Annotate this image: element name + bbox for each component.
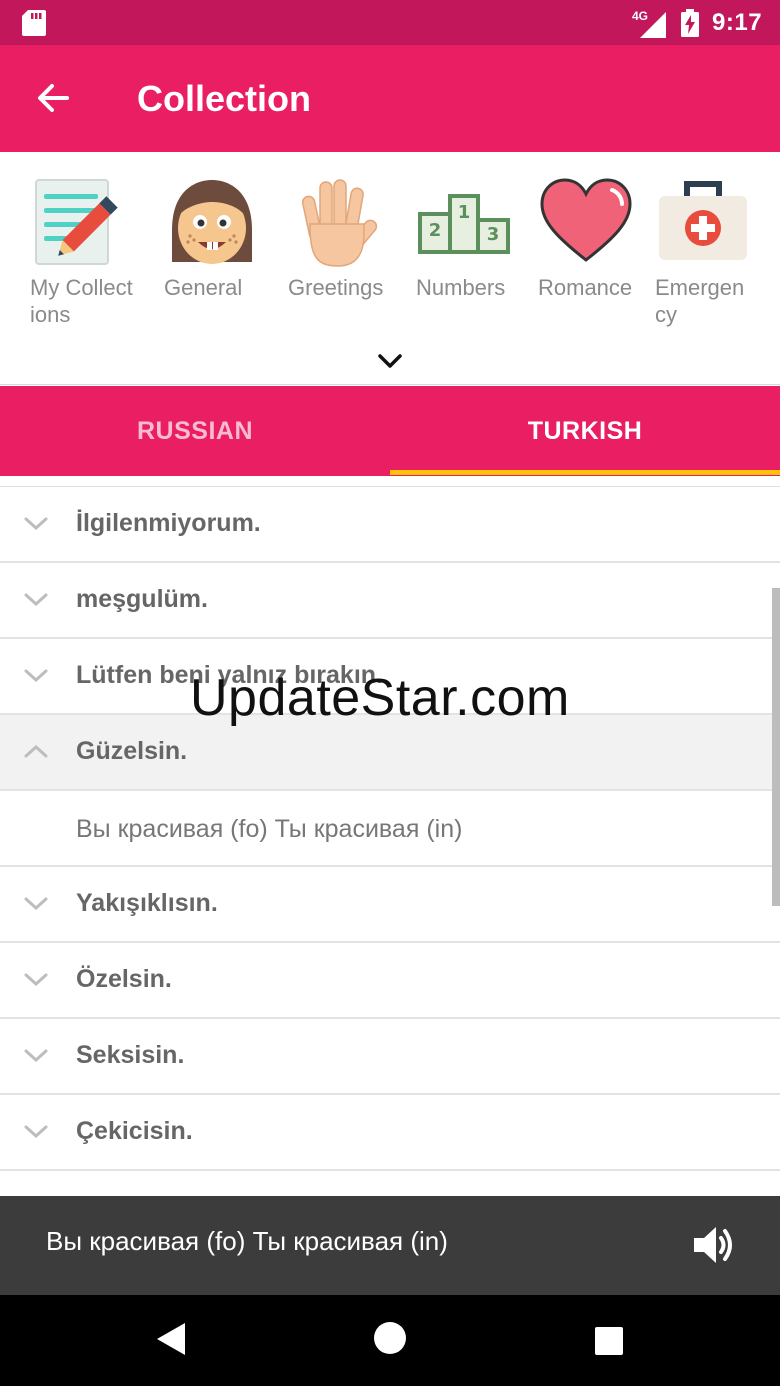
nav-home-icon[interactable] xyxy=(373,1321,407,1355)
chevron-down-icon xyxy=(24,593,48,607)
heart-icon xyxy=(540,178,632,262)
battery-charging-icon xyxy=(681,9,699,37)
phrase-row[interactable]: Çekicisin. xyxy=(0,1095,780,1171)
category-label: Romance xyxy=(538,275,633,300)
category-label: Emergen cy xyxy=(655,275,745,327)
phrase-row[interactable]: meşgulüm. xyxy=(0,563,780,639)
first-aid-kit-icon xyxy=(659,181,747,260)
tab-russian[interactable]: RUSSIAN xyxy=(0,386,390,476)
signal-icon xyxy=(640,12,666,38)
arrow-back-icon xyxy=(38,84,69,112)
category-label: Numbers xyxy=(416,275,506,300)
podium-numbers-icon: 1 2 3 xyxy=(418,194,510,254)
list-scrollbar[interactable] xyxy=(772,588,780,906)
category-emergency[interactable]: Emergen cy xyxy=(655,174,775,328)
phrase-text: meşgulüm. xyxy=(76,585,208,613)
phrase-text: Çekicisin. xyxy=(76,1117,193,1145)
tab-indicator xyxy=(390,470,780,475)
waving-hand-icon xyxy=(301,179,378,267)
phrase-text: Yakışıklısın. xyxy=(76,889,218,917)
chevron-down-icon xyxy=(24,669,48,683)
notepad-pencil-icon xyxy=(35,179,118,265)
chevron-down-icon xyxy=(24,973,48,987)
phrase-row[interactable]: İlgilenmiyorum. xyxy=(0,487,780,563)
category-general[interactable]: General xyxy=(164,174,284,301)
phrase-row[interactable]: Yakışıklısın. xyxy=(0,867,780,943)
status-time: 9:17 xyxy=(712,9,763,36)
category-romance[interactable]: Romance xyxy=(538,174,658,301)
chevron-up-icon xyxy=(24,744,48,758)
app-bar: Collection xyxy=(0,45,780,152)
tab-turkish[interactable]: TURKISH xyxy=(390,386,780,476)
phrase-text: Güzelsin. xyxy=(76,737,188,765)
translation-text: Вы красивая (fo) Ты красивая (in) xyxy=(76,815,463,843)
status-bar: 4G 9:17 xyxy=(0,0,780,45)
speaker-button[interactable] xyxy=(688,1221,738,1269)
language-tabs: RUSSIAN TURKISH xyxy=(0,386,780,476)
nav-back-icon[interactable] xyxy=(155,1321,187,1357)
svg-text:2: 2 xyxy=(429,220,442,241)
phrase-text: Özelsin. xyxy=(76,965,172,993)
speaker-icon xyxy=(694,1227,732,1263)
svg-text:1: 1 xyxy=(458,202,471,223)
phrase-list[interactable]: İlgilenmiyorum. meşgulüm. Lütfen beni ya… xyxy=(0,486,780,1196)
phrase-text: Seksisin. xyxy=(76,1041,185,1069)
cartoon-face-icon xyxy=(172,180,252,264)
player-text: Вы красивая (fo) Ты красивая (in) xyxy=(46,1226,448,1256)
chevron-down-icon xyxy=(24,1049,48,1063)
sd-card-icon xyxy=(22,10,46,36)
player-bar: Вы красивая (fo) Ты красивая (in) xyxy=(0,1196,780,1295)
watermark: UpdateStar.com xyxy=(190,669,570,727)
category-my-collections[interactable]: My Collect ions xyxy=(30,174,150,328)
nav-recents-icon[interactable] xyxy=(594,1326,624,1356)
chevron-down-icon xyxy=(24,1125,48,1139)
page-title: Collection xyxy=(137,78,312,119)
chevron-down-icon xyxy=(24,517,48,531)
phrase-row[interactable]: Özelsin. xyxy=(0,943,780,1019)
svg-text:3: 3 xyxy=(487,224,500,245)
category-label: My Collect ions xyxy=(30,275,133,327)
category-carousel: My Collect ions General Greetings 1 2 3 … xyxy=(0,152,780,385)
chevron-down-icon[interactable] xyxy=(375,348,405,374)
chevron-down-icon xyxy=(24,897,48,911)
category-numbers[interactable]: 1 2 3 Numbers xyxy=(416,174,536,301)
phrase-translation[interactable]: Вы красивая (fo) Ты красивая (in) xyxy=(0,791,780,867)
phrase-row[interactable]: Seksisin. xyxy=(0,1019,780,1095)
category-label: Greetings xyxy=(288,275,384,300)
back-button[interactable] xyxy=(26,73,80,123)
category-label: General xyxy=(164,275,243,300)
phrase-text: İlgilenmiyorum. xyxy=(76,509,261,537)
category-greetings[interactable]: Greetings xyxy=(288,174,408,301)
navigation-bar xyxy=(0,1295,780,1386)
